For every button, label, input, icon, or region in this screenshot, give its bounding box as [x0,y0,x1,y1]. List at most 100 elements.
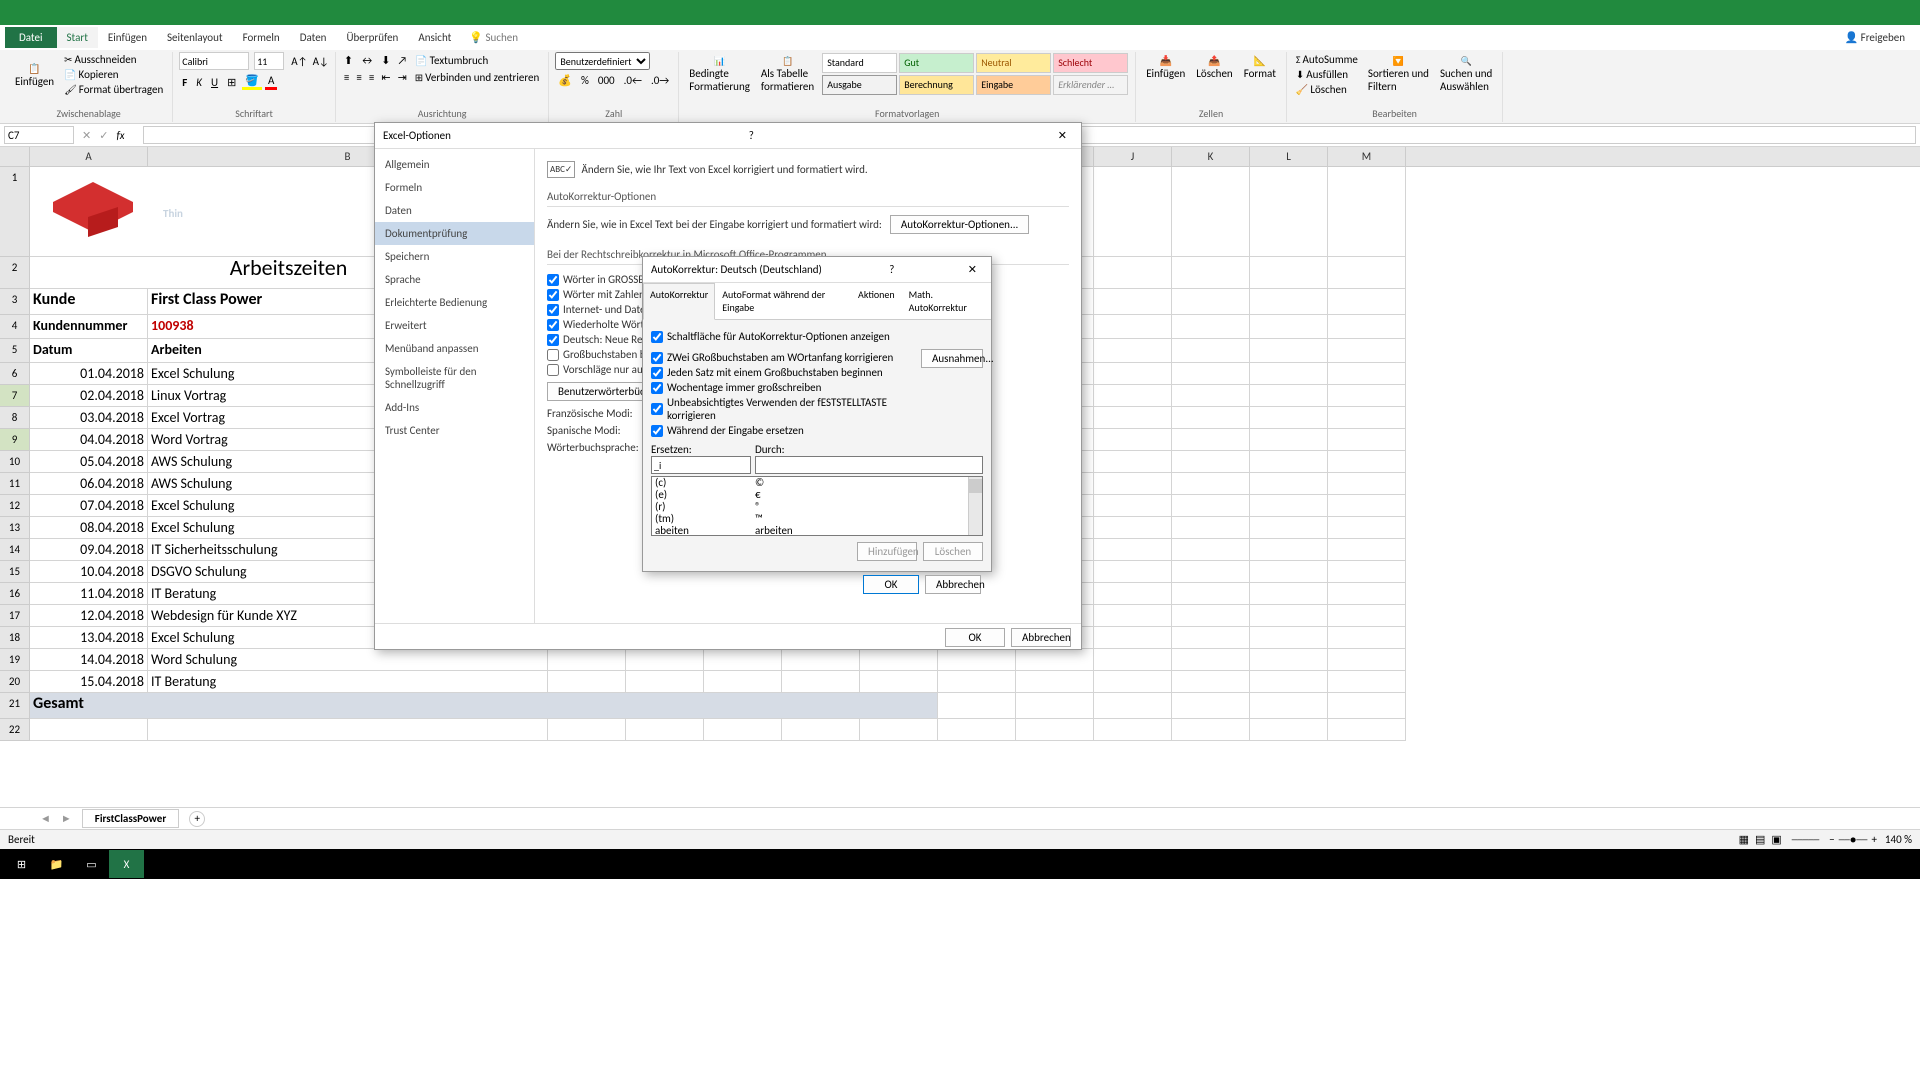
cell[interactable]: 05.04.2018 [30,451,148,473]
cell[interactable] [1328,167,1406,257]
row-header[interactable]: 19 [0,649,30,671]
row-header[interactable]: 9 [0,429,30,451]
options-nav-item[interactable]: Speichern [375,245,534,268]
share-button[interactable]: 👤 Freigeben [1834,27,1915,48]
cell[interactable] [1094,693,1172,719]
cell[interactable] [1094,167,1172,257]
cell[interactable] [1250,719,1328,741]
options-ok-button[interactable]: OK [945,628,1005,647]
align-right-button[interactable]: ≡ [367,69,376,86]
with-input[interactable] [755,456,983,474]
cell[interactable] [1328,289,1406,315]
cell[interactable] [1328,363,1406,385]
row-header[interactable]: 7 [0,385,30,407]
options-nav-item[interactable]: Menüband anpassen [375,337,534,360]
list-item[interactable]: € [752,489,968,501]
options-nav-item[interactable]: Symbolleiste für den Schnellzugriff [375,360,534,396]
cell[interactable] [1328,627,1406,649]
style-neutral[interactable]: Neutral [976,53,1051,73]
autocorrect-tab[interactable]: AutoKorrektur [643,283,715,320]
cell[interactable] [1094,561,1172,583]
cell[interactable]: Datum [30,339,148,363]
decrease-indent-button[interactable]: ⇤ [379,69,392,86]
autocorrect-close-icon[interactable]: ✕ [962,263,983,276]
cell[interactable] [1094,257,1172,289]
cell[interactable] [1094,451,1172,473]
tab-ueberpruefen[interactable]: Überprüfen [336,27,408,48]
cell[interactable] [1094,539,1172,561]
cell[interactable] [1250,289,1328,315]
percent-button[interactable]: % [578,74,592,87]
cell[interactable] [1172,561,1250,583]
options-nav-item[interactable]: Daten [375,199,534,222]
cell[interactable] [1328,649,1406,671]
cell[interactable]: 14.04.2018 [30,649,148,671]
row-header[interactable]: 14 [0,539,30,561]
search-box[interactable]: 💡 Suchen [461,31,526,44]
cell[interactable]: 10.04.2018 [30,561,148,583]
opts-check[interactable] [547,364,559,376]
cell[interactable] [1328,429,1406,451]
opt-two-caps-check[interactable] [651,352,663,364]
view-layout-icon[interactable]: ▤ [1755,833,1765,846]
cell[interactable] [1094,719,1172,741]
autocorrect-cancel-button[interactable]: Abbrechen [925,575,981,594]
row-header[interactable]: 20 [0,671,30,693]
options-nav-item[interactable]: Dokumentprüfung [375,222,534,245]
clear-button[interactable]: 🧹 Löschen [1293,82,1361,97]
style-schlecht[interactable]: Schlecht [1053,53,1128,73]
options-nav-item[interactable]: Erleichterte Bedienung [375,291,534,314]
cell[interactable] [1094,627,1172,649]
cell[interactable] [1172,407,1250,429]
new-sheet-button[interactable]: + [189,811,205,827]
cell[interactable] [1250,315,1328,339]
cell[interactable] [938,649,1016,671]
cell[interactable]: Word Schulung [148,649,548,671]
fx-icon[interactable]: fx [116,129,124,142]
cell[interactable] [1172,429,1250,451]
cell[interactable] [1250,473,1328,495]
cell[interactable] [938,693,1016,719]
cell[interactable] [1328,719,1406,741]
cell[interactable]: 01.04.2018 [30,363,148,385]
cell[interactable] [1250,339,1328,363]
cell[interactable] [782,649,860,671]
cell[interactable] [860,719,938,741]
cell[interactable] [704,649,782,671]
autocorrect-tab[interactable]: Aktionen [851,283,902,319]
underline-button[interactable]: U [208,76,221,89]
cell[interactable] [1016,719,1094,741]
cell[interactable] [1250,693,1328,719]
cell[interactable] [1250,517,1328,539]
autocorrect-help-icon[interactable]: ? [883,263,900,276]
cell[interactable] [704,719,782,741]
options-nav-item[interactable]: Erweitert [375,314,534,337]
col-header-L[interactable]: L [1250,147,1328,166]
format-table-button[interactable]: 📋Als Tabelle formatieren [757,54,818,95]
opt-weekday-cap-check[interactable] [651,382,663,394]
cell[interactable] [1250,539,1328,561]
delete-button[interactable]: Löschen [923,542,983,561]
increase-font-button[interactable]: A↑ [291,55,307,68]
cell[interactable]: Kundennummer [30,315,148,339]
opt-capslock-check[interactable] [651,403,663,415]
cell[interactable] [1328,539,1406,561]
find-select-button[interactable]: 🔍Suchen und Auswählen [1436,54,1496,95]
cell[interactable] [1094,429,1172,451]
autocorrect-list[interactable]: (c)(e)(r)(tm)abeiten ©€®™arbeiten [651,476,983,536]
autocorrect-ok-button[interactable]: OK [863,575,919,594]
cell[interactable] [1094,605,1172,627]
cell[interactable] [1172,167,1250,257]
conditional-format-button[interactable]: 📊Bedingte Formatierung [685,54,754,95]
row-header[interactable]: 17 [0,605,30,627]
cell[interactable] [1094,473,1172,495]
opts-check[interactable] [547,319,559,331]
number-format-select[interactable]: Benutzerdefiniert [555,52,650,70]
cut-button[interactable]: ✂ Ausschneiden [61,52,166,67]
cell[interactable] [1250,257,1328,289]
cell[interactable] [1094,363,1172,385]
cell[interactable] [1094,517,1172,539]
fill-color-button[interactable]: 🪣 [242,74,262,90]
options-nav-item[interactable]: Sprache [375,268,534,291]
enter-formula-icon[interactable]: ✓ [99,129,108,142]
